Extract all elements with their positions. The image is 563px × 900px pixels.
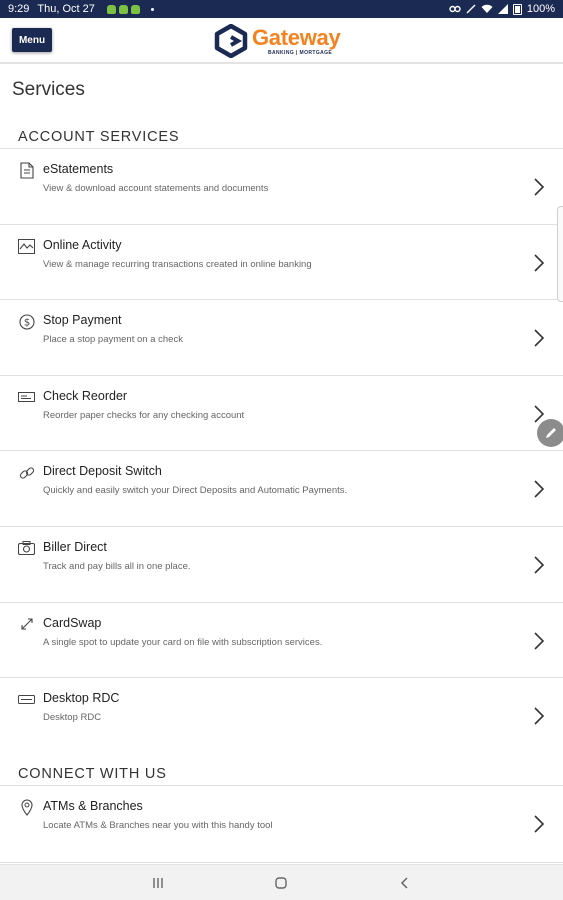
section-heading-account-services: ACCOUNT SERVICES xyxy=(18,129,180,145)
chevron-right-icon xyxy=(534,707,545,725)
chevron-right-icon xyxy=(534,329,545,347)
menu-button[interactable]: Menu xyxy=(12,28,52,52)
service-row-estatements[interactable]: eStatements View & download account stat… xyxy=(0,148,563,224)
service-title: CardSwap xyxy=(43,615,102,630)
page-title: Services xyxy=(12,79,85,100)
service-title: Desktop RDC xyxy=(43,691,120,706)
service-title: Check Reorder xyxy=(43,388,128,403)
link-icon xyxy=(18,464,35,481)
back-icon[interactable] xyxy=(397,875,413,891)
scrollbar-thumb[interactable] xyxy=(557,206,563,302)
status-bar: 9:29 Thu, Oct 27 100% xyxy=(0,0,563,18)
service-description: View & manage recurring transactions cre… xyxy=(43,258,312,270)
more-notifications-dot-icon xyxy=(150,7,154,11)
gateway-logo[interactable]: Gateway BANKING | MORTGAGE xyxy=(214,23,341,59)
location-pin-icon xyxy=(18,799,35,816)
android-notification-icons xyxy=(106,4,140,14)
chevron-right-icon xyxy=(534,631,545,650)
signal-icon xyxy=(497,4,508,14)
gateway-logo-mark-icon xyxy=(214,24,248,58)
chevron-right-icon xyxy=(534,178,545,196)
chevron-right-icon xyxy=(534,815,545,833)
service-row-atms-branches[interactable]: ATMs & Branches Locate ATMs & Branches n… xyxy=(0,785,563,863)
card-swap-icon xyxy=(18,616,35,633)
brand-tagline: BANKING | MORTGAGE xyxy=(268,49,333,56)
service-row-biller-direct[interactable]: Biller Direct Track and pay bills all in… xyxy=(0,525,563,602)
service-row-online-activity[interactable]: Online Activity View & manage recurring … xyxy=(0,223,563,300)
service-description: View & download account statements and d… xyxy=(43,183,269,194)
account-services-list: eStatements View & download account stat… xyxy=(0,148,563,753)
service-row-check-reorder[interactable]: Check Reorder Reorder paper checks for a… xyxy=(0,374,563,451)
status-time: 9:29 xyxy=(8,3,30,15)
mute-status-icon xyxy=(466,4,476,14)
battery-icon xyxy=(512,3,522,15)
service-title: Direct Deposit Switch xyxy=(43,464,162,479)
brand-name: Gateway xyxy=(252,24,341,50)
service-description: Locate ATMs & Branches near you with thi… xyxy=(43,820,273,831)
service-description: Place a stop payment on a check xyxy=(43,334,183,346)
service-title: Biller Direct xyxy=(43,539,107,554)
scanner-icon xyxy=(18,691,35,708)
service-row-direct-deposit-switch[interactable]: Direct Deposit Switch Quickly and easily… xyxy=(0,450,563,526)
edit-floating-button[interactable] xyxy=(537,419,563,447)
service-description: Track and pay bills all in one place. xyxy=(43,560,191,572)
service-title: eStatements xyxy=(43,162,114,176)
service-description: A single spot to update your card on fil… xyxy=(43,636,323,648)
battery-percent: 100% xyxy=(526,3,555,15)
status-date: Thu, Oct 27 xyxy=(37,3,95,15)
service-description: Reorder paper checks for any checking ac… xyxy=(43,409,245,421)
recent-apps-icon[interactable] xyxy=(150,875,166,891)
activity-chart-icon xyxy=(18,238,35,255)
service-row-stop-payment[interactable]: $ Stop Payment Place a stop payment on a… xyxy=(0,299,563,375)
connect-list: ATMs & Branches Locate ATMs & Branches n… xyxy=(0,785,563,863)
check-icon xyxy=(18,389,35,406)
service-row-cardswap[interactable]: CardSwap A single spot to update your ca… xyxy=(0,601,563,678)
system-navigation-bar xyxy=(0,864,563,900)
camera-icon xyxy=(18,540,35,557)
pencil-icon xyxy=(546,428,556,438)
dollar-circle-icon: $ xyxy=(18,313,35,330)
service-title: ATMs & Branches xyxy=(43,799,143,813)
chevron-right-icon xyxy=(534,480,545,498)
link-status-icon xyxy=(449,5,461,13)
chevron-right-icon xyxy=(534,556,545,574)
chevron-right-icon xyxy=(534,254,545,272)
home-icon[interactable] xyxy=(273,875,289,891)
service-title: Stop Payment xyxy=(43,313,122,328)
service-row-desktop-rdc[interactable]: Desktop RDC Desktop RDC xyxy=(0,677,563,753)
svg-text:$: $ xyxy=(23,317,29,328)
wifi-icon xyxy=(481,4,493,13)
document-icon xyxy=(18,162,35,179)
service-description: Quickly and easily switch your Direct De… xyxy=(43,485,348,497)
service-description: Desktop RDC xyxy=(43,712,102,724)
app-header: Menu Gateway BANKING | MORTGAGE xyxy=(0,18,563,64)
service-title: Online Activity xyxy=(43,237,122,252)
section-heading-connect-with-us: CONNECT WITH US xyxy=(18,766,167,782)
